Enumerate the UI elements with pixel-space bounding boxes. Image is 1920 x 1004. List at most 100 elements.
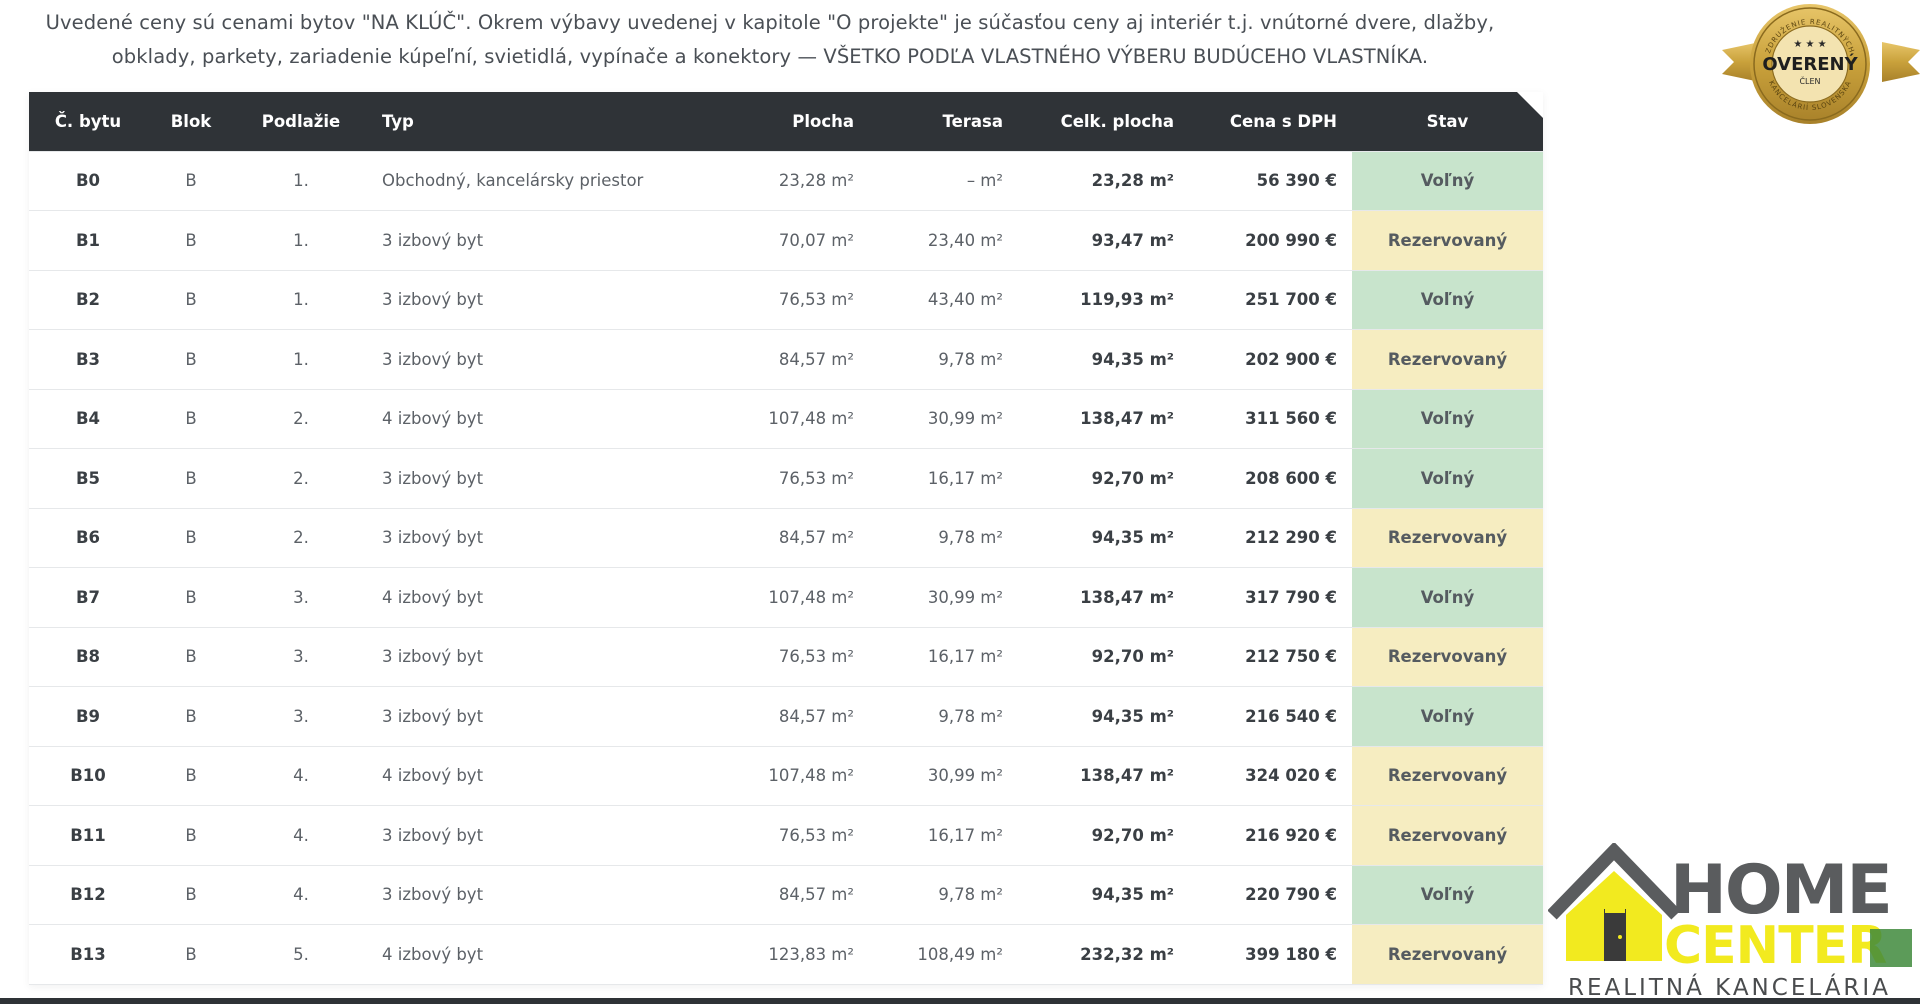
cell-floor: 3. bbox=[235, 627, 367, 687]
table-row[interactable]: B2 B 1. 3 izbový byt 76,53 m² 43,40 m² 119,93 … bbox=[29, 270, 1543, 330]
header-block[interactable]: Blok bbox=[147, 92, 235, 151]
header-total-area[interactable]: Celk. plocha bbox=[1018, 92, 1189, 151]
cell-area: 23,28 m² bbox=[714, 150, 869, 211]
cell-price: 324 020 € bbox=[1189, 746, 1352, 806]
cell-terrace: 30,99 m² bbox=[869, 389, 1018, 449]
cell-price: 317 790 € bbox=[1189, 567, 1352, 628]
cell-total-area: 94,35 m² bbox=[1018, 686, 1189, 747]
cell-total-area: 94,35 m² bbox=[1018, 329, 1189, 390]
table-row[interactable]: B0 B 1. Obchodný, kancelársky priestor 23,28… bbox=[29, 150, 1543, 211]
cell-status: Rezervovaný bbox=[1352, 924, 1543, 985]
cell-apartment-no: B6 bbox=[29, 508, 147, 568]
header-terrace[interactable]: Terasa bbox=[869, 92, 1018, 151]
cell-type: 3 izbový byt bbox=[367, 329, 714, 390]
cell-floor: 2. bbox=[235, 508, 367, 568]
cell-type: 3 izbový byt bbox=[367, 210, 714, 271]
cell-terrace: 16,17 m² bbox=[869, 805, 1018, 866]
cell-status: Voľný bbox=[1352, 686, 1543, 747]
header-status[interactable]: Stav bbox=[1352, 92, 1543, 151]
cell-apartment-no: B11 bbox=[29, 805, 147, 866]
cell-block: B bbox=[147, 627, 235, 687]
cell-price: 212 750 € bbox=[1189, 627, 1352, 687]
cell-block: B bbox=[147, 448, 235, 509]
cell-terrace: 9,78 m² bbox=[869, 686, 1018, 747]
header-floor[interactable]: Podlažie bbox=[235, 92, 367, 151]
apartments-table: Č. bytu Blok Podlažie Typ Plocha Terasa … bbox=[29, 92, 1543, 985]
table-row[interactable]: B4 B 2. 4 izbový byt 107,48 m² 30,99 m² 138,47… bbox=[29, 389, 1543, 449]
cell-price: 399 180 € bbox=[1189, 924, 1352, 985]
cell-type: 4 izbový byt bbox=[367, 746, 714, 806]
table-row[interactable]: B6 B 2. 3 izbový byt 84,57 m² 9,78 m² 94,35 m²… bbox=[29, 508, 1543, 568]
pricing-note-line-1: Uvedené ceny sú cenami bytov "NA KLÚČ". … bbox=[45, 11, 1495, 34]
table-row[interactable]: B7 B 3. 4 izbový byt 107,48 m² 30,99 m² 138,47… bbox=[29, 567, 1543, 628]
cell-status: Voľný bbox=[1352, 567, 1543, 628]
cell-status: Voľný bbox=[1352, 389, 1543, 449]
cell-status: Rezervovaný bbox=[1352, 627, 1543, 687]
cell-area: 76,53 m² bbox=[714, 627, 869, 687]
header-type[interactable]: Typ bbox=[367, 92, 714, 151]
cell-block: B bbox=[147, 210, 235, 271]
header-price[interactable]: Cena s DPH bbox=[1189, 92, 1352, 151]
cell-apartment-no: B10 bbox=[29, 746, 147, 806]
cell-apartment-no: B5 bbox=[29, 448, 147, 509]
pricing-note: Uvedené ceny sú cenami bytov "NA KLÚČ". … bbox=[40, 6, 1500, 74]
cell-type: 4 izbový byt bbox=[367, 389, 714, 449]
table-row[interactable]: B3 B 1. 3 izbový byt 84,57 m² 9,78 m² 94,35 m²… bbox=[29, 329, 1543, 390]
table-row[interactable]: B9 B 3. 3 izbový byt 84,57 m² 9,78 m² 94,35 m²… bbox=[29, 686, 1543, 747]
cell-block: B bbox=[147, 924, 235, 985]
cell-price: 208 600 € bbox=[1189, 448, 1352, 509]
cell-total-area: 23,28 m² bbox=[1018, 150, 1189, 211]
cell-total-area: 138,47 m² bbox=[1018, 567, 1189, 628]
cell-price: 311 560 € bbox=[1189, 389, 1352, 449]
cell-floor: 2. bbox=[235, 389, 367, 449]
cell-total-area: 94,35 m² bbox=[1018, 508, 1189, 568]
table-row[interactable]: B5 B 2. 3 izbový byt 76,53 m² 16,17 m² 92,70 m… bbox=[29, 448, 1543, 509]
cell-block: B bbox=[147, 746, 235, 806]
cell-price: 220 790 € bbox=[1189, 865, 1352, 925]
home-center-logo: HOME CENTER REALITNÁ KANCELÁRIA bbox=[1548, 843, 1912, 1001]
cell-area: 84,57 m² bbox=[714, 865, 869, 925]
verified-member-badge: ZDRUŽENIE REALITNÝCH KANCELÁRIÍ SLOVENSK… bbox=[1722, 4, 1920, 124]
cell-total-area: 138,47 m² bbox=[1018, 389, 1189, 449]
cell-area: 84,57 m² bbox=[714, 686, 869, 747]
cell-floor: 1. bbox=[235, 150, 367, 211]
cell-status: Rezervovaný bbox=[1352, 746, 1543, 806]
cell-block: B bbox=[147, 508, 235, 568]
cell-total-area: 92,70 m² bbox=[1018, 805, 1189, 866]
cell-floor: 5. bbox=[235, 924, 367, 985]
header-apartment-no[interactable]: Č. bytu bbox=[29, 92, 147, 151]
badge-stars-icon: ★ ★ ★ bbox=[1793, 39, 1826, 50]
cell-status: Voľný bbox=[1352, 448, 1543, 509]
cell-area: 107,48 m² bbox=[714, 389, 869, 449]
cell-status: Rezervovaný bbox=[1352, 508, 1543, 568]
cell-apartment-no: B12 bbox=[29, 865, 147, 925]
table-row[interactable]: B10 B 4. 4 izbový byt 107,48 m² 30,99 m² 138,4… bbox=[29, 746, 1543, 806]
cell-floor: 1. bbox=[235, 270, 367, 330]
cell-type: 3 izbový byt bbox=[367, 448, 714, 509]
cell-terrace: 43,40 m² bbox=[869, 270, 1018, 330]
table-row[interactable]: B12 B 4. 3 izbový byt 84,57 m² 9,78 m² 94,35 m… bbox=[29, 865, 1543, 925]
cell-status: Voľný bbox=[1352, 270, 1543, 330]
table-row[interactable]: B8 B 3. 3 izbový byt 76,53 m² 16,17 m² 92,70 m… bbox=[29, 627, 1543, 687]
header-area[interactable]: Plocha bbox=[714, 92, 869, 151]
cell-apartment-no: B9 bbox=[29, 686, 147, 747]
logo-tagline: REALITNÁ KANCELÁRIA bbox=[1568, 973, 1891, 1001]
cell-terrace: 9,78 m² bbox=[869, 329, 1018, 390]
cell-block: B bbox=[147, 567, 235, 628]
cell-block: B bbox=[147, 150, 235, 211]
cell-total-area: 92,70 m² bbox=[1018, 627, 1189, 687]
cell-area: 84,57 m² bbox=[714, 329, 869, 390]
table-row[interactable]: B11 B 4. 3 izbový byt 76,53 m² 16,17 m² 92,70 … bbox=[29, 805, 1543, 866]
table-row[interactable]: B13 B 5. 4 izbový byt 123,83 m² 108,49 m² 232,… bbox=[29, 924, 1543, 985]
cell-price: 216 920 € bbox=[1189, 805, 1352, 866]
cell-floor: 1. bbox=[235, 210, 367, 271]
cell-price: 251 700 € bbox=[1189, 270, 1352, 330]
page: Uvedené ceny sú cenami bytov "NA KLÚČ". … bbox=[0, 0, 1920, 1004]
cell-floor: 4. bbox=[235, 746, 367, 806]
table-row[interactable]: B1 B 1. 3 izbový byt 70,07 m² 23,40 m² 93,47 m… bbox=[29, 210, 1543, 271]
cell-terrace: 16,17 m² bbox=[869, 627, 1018, 687]
cell-status: Rezervovaný bbox=[1352, 329, 1543, 390]
cell-apartment-no: B0 bbox=[29, 150, 147, 211]
cell-terrace: – m² bbox=[869, 150, 1018, 211]
cell-block: B bbox=[147, 389, 235, 449]
